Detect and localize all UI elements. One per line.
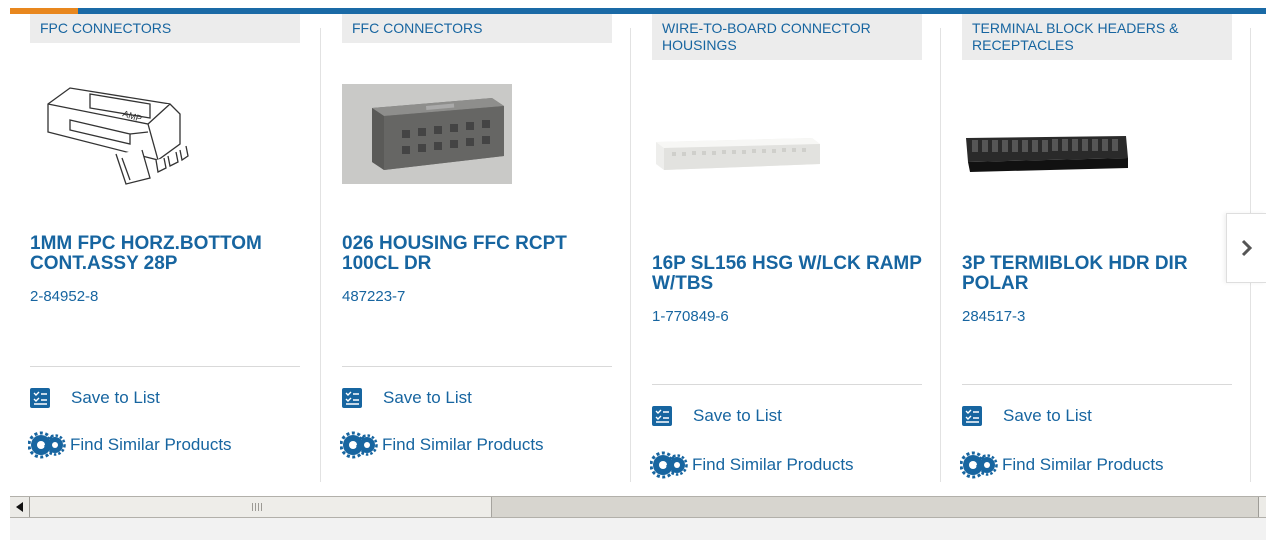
product-image[interactable] — [342, 84, 612, 184]
scroll-left-button[interactable] — [10, 497, 30, 517]
checklist-icon — [962, 406, 982, 426]
card-divider — [940, 28, 941, 482]
fpc-connector-image: AMP — [47, 87, 189, 185]
scrollbar-thumb[interactable] — [30, 497, 492, 517]
checklist-icon — [30, 388, 50, 408]
gears-icon — [960, 451, 998, 479]
product-title[interactable]: 3P TERMIBLOK HDR DIR POLAR — [962, 254, 1232, 294]
product-image[interactable] — [962, 128, 1232, 178]
save-to-list-label: Save to List — [71, 388, 160, 407]
save-to-list-label: Save to List — [383, 388, 472, 407]
card-divider — [630, 28, 631, 482]
save-to-list-button[interactable]: Save to List — [30, 388, 160, 408]
checklist-icon — [652, 406, 672, 426]
chevron-right-icon — [1241, 239, 1252, 257]
find-similar-products-button[interactable]: Find Similar Products — [650, 450, 854, 480]
separator — [652, 384, 922, 385]
save-to-list-button[interactable]: Save to List — [962, 406, 1092, 426]
wire-to-board-housing-image — [656, 138, 820, 170]
find-similar-label: Find Similar Products — [382, 435, 544, 454]
product-card: WIRE-TO-BOARD CONNECTOR HOUSINGS 16P SL1… — [650, 14, 922, 490]
part-number[interactable]: 487223-7 — [342, 288, 405, 305]
part-number[interactable]: 2-84952-8 — [30, 288, 98, 305]
save-to-list-button[interactable]: Save to List — [342, 388, 472, 408]
product-card: FFC CONNECTORS 026 HOUSING FFC RCPT 100C… — [340, 14, 612, 490]
product-image[interactable] — [652, 124, 922, 184]
save-to-list-button[interactable]: Save to List — [652, 406, 782, 426]
carousel-next-button[interactable] — [1226, 213, 1266, 283]
separator — [342, 366, 612, 367]
find-similar-products-button[interactable]: Find Similar Products — [340, 430, 544, 460]
find-similar-label: Find Similar Products — [1002, 455, 1164, 474]
part-number[interactable]: 284517-3 — [962, 308, 1025, 325]
gears-icon — [650, 451, 688, 479]
product-title[interactable]: 16P SL156 HSG W/LCK RAMP W/TBS — [652, 254, 922, 294]
card-divider — [320, 28, 321, 482]
find-similar-products-button[interactable]: Find Similar Products — [960, 450, 1164, 480]
find-similar-label: Find Similar Products — [70, 435, 232, 454]
separator — [30, 366, 300, 367]
category-label[interactable]: TERMINAL BLOCK HEADERS & RECEPTACLES — [962, 14, 1232, 60]
product-carousel: FPC CONNECTORS AMP 1MM FPC HORZ.BOTTOM C… — [10, 14, 1266, 490]
scrollbar-grip — [252, 503, 262, 511]
product-card: FPC CONNECTORS AMP 1MM FPC HORZ.BOTTOM C… — [28, 14, 300, 490]
gears-icon — [28, 431, 66, 459]
part-number[interactable]: 1-770849-6 — [652, 308, 729, 325]
separator — [962, 384, 1232, 385]
product-title[interactable]: 1MM FPC HORZ.BOTTOM CONT.ASSY 28P — [30, 234, 300, 274]
product-card: TERMINAL BLOCK HEADERS & RECEPTACLES 3P … — [960, 14, 1232, 490]
gears-icon — [340, 431, 378, 459]
horizontal-scrollbar[interactable] — [10, 496, 1266, 518]
category-label[interactable]: FPC CONNECTORS — [30, 14, 300, 43]
find-similar-products-button[interactable]: Find Similar Products — [28, 430, 232, 460]
save-to-list-label: Save to List — [1003, 406, 1092, 425]
ffc-housing-image — [342, 84, 512, 184]
product-image[interactable]: AMP — [30, 74, 300, 194]
scroll-right-button[interactable] — [1258, 497, 1266, 517]
arrow-left-icon — [15, 502, 23, 512]
checklist-icon — [342, 388, 362, 408]
category-label[interactable]: WIRE-TO-BOARD CONNECTOR HOUSINGS — [652, 14, 922, 60]
page-footer-area — [10, 518, 1266, 540]
save-to-list-label: Save to List — [693, 406, 782, 425]
find-similar-label: Find Similar Products — [692, 455, 854, 474]
product-title[interactable]: 026 HOUSING FFC RCPT 100CL DR — [342, 234, 612, 274]
terminal-block-header-image — [966, 136, 1128, 172]
category-label[interactable]: FFC CONNECTORS — [342, 14, 612, 43]
